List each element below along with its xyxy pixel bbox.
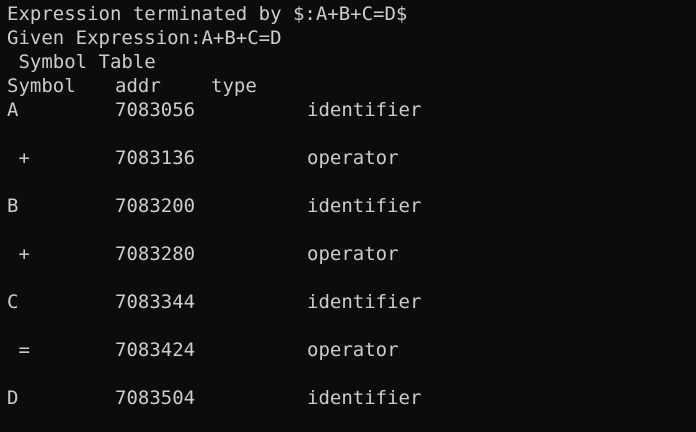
row-symbol: D bbox=[7, 387, 19, 409]
terminal-window[interactable]: Expression terminated by $:A+B+C=D$ Give… bbox=[0, 0, 696, 432]
row-type: identifier bbox=[307, 195, 422, 217]
row-symbol: + bbox=[7, 243, 30, 265]
row-symbol: C bbox=[7, 291, 19, 313]
terminated-message: Expression terminated by $:A+B+C=D$ bbox=[7, 3, 408, 25]
header-addr: addr bbox=[115, 75, 161, 97]
row-type: operator bbox=[307, 339, 399, 361]
row-type: identifier bbox=[307, 387, 422, 409]
row-symbol: + bbox=[7, 147, 30, 169]
header-symbol: Symbol bbox=[7, 75, 76, 97]
row-symbol: A bbox=[7, 99, 19, 121]
row-addr: 7083136 bbox=[115, 147, 196, 169]
row-addr: 7083056 bbox=[115, 99, 196, 121]
row-type: identifier bbox=[307, 99, 422, 121]
row-type: operator bbox=[307, 243, 399, 265]
row-addr: 7083344 bbox=[115, 291, 196, 313]
row-addr: 7083424 bbox=[115, 339, 196, 361]
row-symbol: B bbox=[7, 195, 19, 217]
row-addr: 7083200 bbox=[115, 195, 196, 217]
row-addr: 7083504 bbox=[115, 387, 196, 409]
row-type: operator bbox=[307, 147, 399, 169]
symbol-table-title: Symbol Table bbox=[7, 51, 156, 73]
given-expression: Given Expression:A+B+C=D bbox=[7, 27, 282, 49]
row-symbol: = bbox=[7, 339, 30, 361]
row-addr: 7083280 bbox=[115, 243, 196, 265]
row-type: identifier bbox=[307, 291, 422, 313]
header-type: type bbox=[211, 75, 257, 97]
